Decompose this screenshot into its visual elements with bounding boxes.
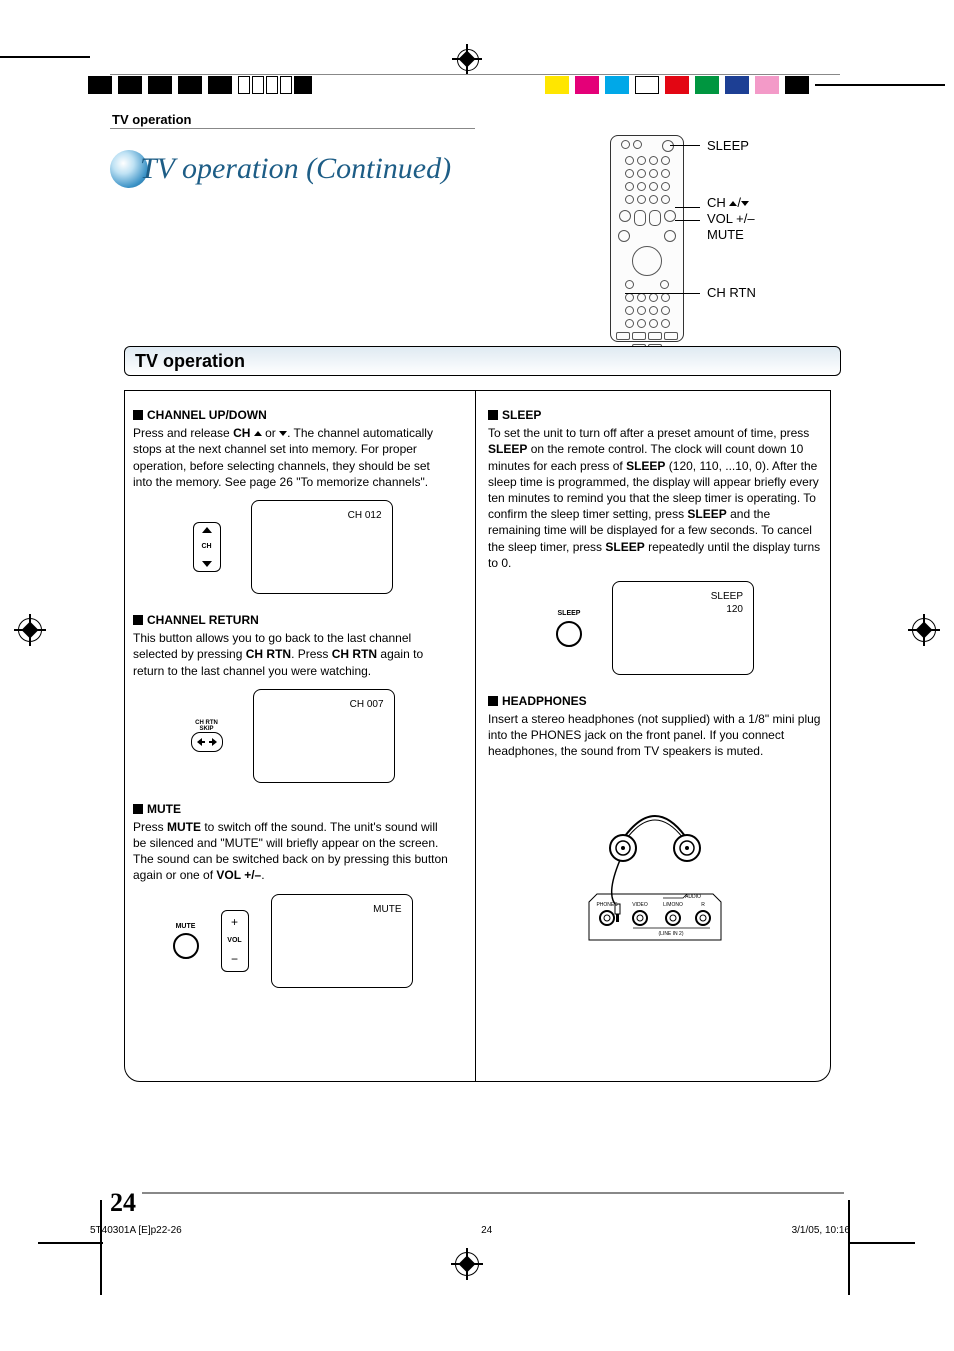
footer-date: 3/1/05, 10:16 (792, 1225, 850, 1236)
remote-diagram: SLEEP CH / VOL +/– MUTE CH RTN (595, 135, 845, 345)
subhead-sleep: SLEEP (488, 407, 822, 423)
registration-cross-right (912, 618, 936, 642)
text-headphones: Insert a stereo headphones (not supplied… (488, 711, 822, 760)
breadcrumb: TV operation (112, 112, 191, 127)
registration-cross-bottom (455, 1252, 479, 1276)
remote-label-sleep: SLEEP (707, 138, 749, 153)
crop-mark (38, 1242, 103, 1244)
svg-text:L/MONO: L/MONO (663, 902, 683, 908)
crop-mark (848, 1200, 850, 1295)
svg-text:PHONES: PHONES (596, 902, 618, 908)
tv-screen-ch007: CH 007 (253, 689, 395, 783)
remote-label-mute: MUTE (707, 227, 744, 242)
tv-screen-mute: MUTE (271, 894, 413, 988)
page-title: TV operation (Continued) (110, 150, 451, 188)
remote-label-ch: CH / (707, 195, 749, 210)
subhead-headphones: HEADPHONES (488, 693, 822, 709)
sleep-button-icon: SLEEP (556, 609, 582, 646)
remote-label-chrtn: CH RTN (707, 285, 756, 300)
mute-button-icon: MUTE (173, 922, 199, 959)
text-channel-return: This button allows you to go back to the… (133, 630, 452, 679)
registration-cross-top (455, 47, 479, 71)
svg-text:AUDIO: AUDIO (685, 894, 701, 900)
section-heading: TV operation (124, 346, 841, 376)
svg-text:R: R (701, 902, 705, 908)
text-sleep: To set the unit to turn off after a pres… (488, 425, 822, 571)
content-frame: CHANNEL UP/DOWN Press and release CH or … (124, 390, 831, 1082)
chevron-up-icon (254, 431, 262, 436)
volume-rocker-icon: + VOL − (221, 910, 249, 972)
tv-screen-ch012: CH 012 (251, 500, 393, 594)
footer: 5T40301A [E]p22-26 24 3/1/05, 10:16 (90, 1225, 850, 1236)
crop-mark (850, 1242, 915, 1244)
footer-file: 5T40301A [E]p22-26 (90, 1225, 182, 1236)
tv-screen-sleep: SLEEP120 (612, 581, 754, 675)
page-number: 24 (104, 1188, 142, 1218)
subhead-channel-return: CHANNEL RETURN (133, 612, 452, 628)
subhead-channel-updown: CHANNEL UP/DOWN (133, 407, 452, 423)
text-channel-updown: Press and release CH or . The channel au… (133, 425, 452, 490)
subhead-mute: MUTE (133, 801, 452, 817)
crop-mark (100, 1200, 102, 1295)
chrtn-button-icon: CH RTNSKIP (191, 720, 223, 752)
channel-rocker-icon: CH (193, 522, 221, 572)
svg-text:(LINE IN 2): (LINE IN 2) (658, 931, 683, 937)
text-mute: Press MUTE to switch off the sound. The … (133, 819, 452, 884)
footer-page: 24 (481, 1225, 492, 1236)
registration-cross-left (18, 618, 42, 642)
svg-text:VIDEO: VIDEO (632, 902, 648, 908)
remote-label-vol: VOL +/– (707, 211, 755, 226)
headphones-illustration: PHONES VIDEO L/MONO R AUDIO (LINE IN 2) (565, 776, 745, 956)
chevron-down-icon (279, 431, 287, 436)
